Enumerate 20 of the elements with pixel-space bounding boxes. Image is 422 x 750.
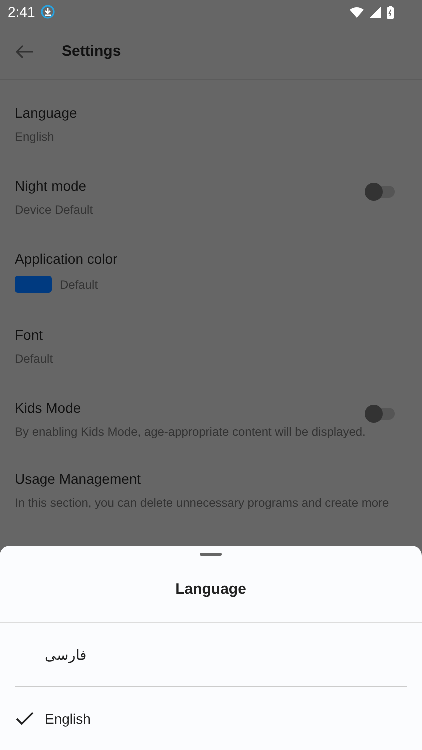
- toggle-switch[interactable]: [367, 186, 395, 198]
- page-title: Settings: [62, 43, 122, 60]
- setting-title[interactable]: Usage Management: [15, 471, 407, 487]
- signal-icon: [370, 6, 381, 18]
- wifi-icon: [350, 6, 364, 18]
- color-swatch[interactable]: [15, 276, 52, 293]
- battery-icon: [387, 6, 394, 18]
- toggle-switch[interactable]: [367, 408, 395, 420]
- drag-handle[interactable]: [200, 553, 222, 556]
- sheet-title: Language: [176, 580, 246, 598]
- download-icon: [41, 5, 56, 19]
- setting-title[interactable]: Font: [15, 327, 407, 343]
- setting-title[interactable]: Language: [15, 105, 407, 121]
- language-option[interactable]: فارسی: [15, 623, 407, 687]
- language-option[interactable]: English: [15, 687, 407, 750]
- setting-title[interactable]: Application color: [15, 251, 407, 267]
- status-time: 2:41: [8, 4, 36, 20]
- back-arrow-icon[interactable]: [16, 44, 34, 58]
- setting-title[interactable]: Night mode: [15, 178, 367, 194]
- setting-title[interactable]: Kids Mode: [15, 400, 367, 416]
